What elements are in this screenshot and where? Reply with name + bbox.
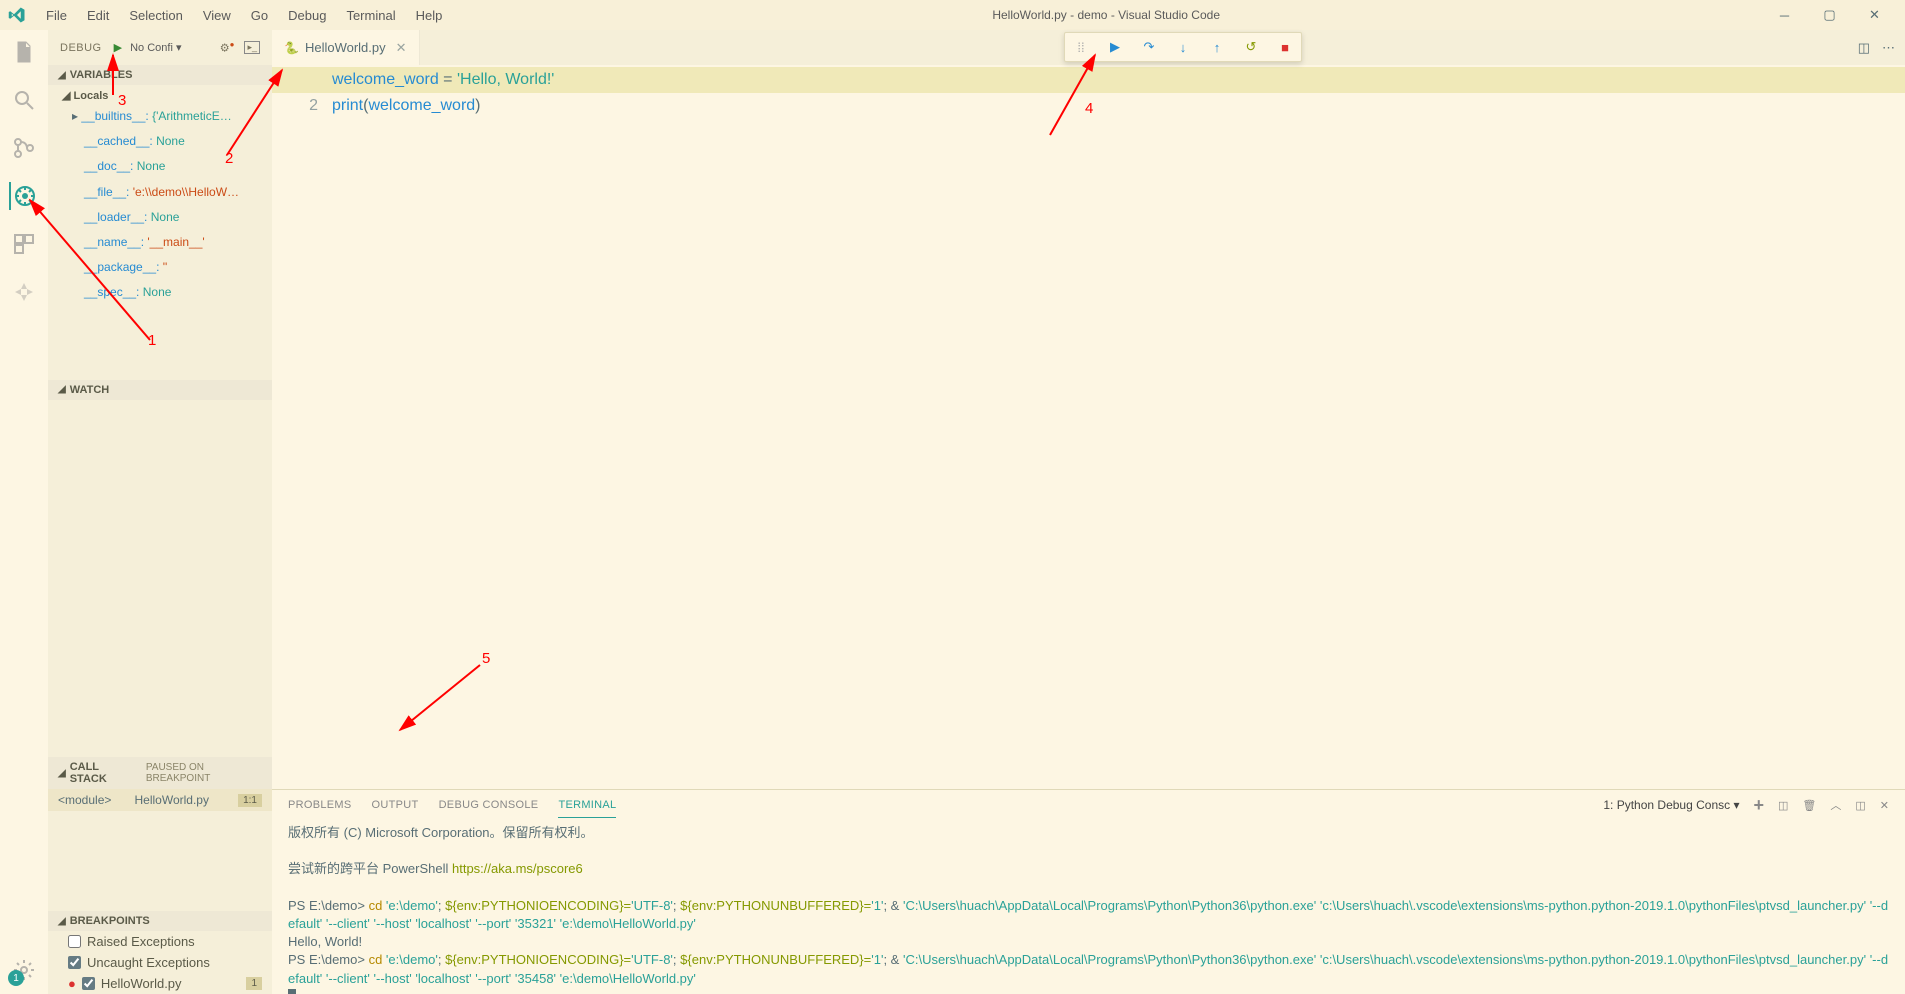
more-actions-icon[interactable]: ⋯	[1882, 40, 1895, 56]
var-file[interactable]: __file__: 'e:\\demo\\HelloW…	[48, 180, 272, 205]
editor-area: 🐍 HelloWorld.py ✕ ◫ ⋯ 1 2 welcome_word =…	[272, 30, 1905, 994]
drag-handle-icon[interactable]: ⁞⁞	[1071, 37, 1091, 57]
close-panel-button[interactable]: ✕	[1880, 799, 1889, 812]
split-terminal-button[interactable]: ◫	[1778, 799, 1788, 812]
menu-terminal[interactable]: Terminal	[338, 4, 403, 27]
breakpoints-section-header[interactable]: ◢ BREAKPOINTS	[48, 911, 272, 931]
kill-terminal-button[interactable]: 🗑	[1802, 799, 1816, 812]
var-loader[interactable]: __loader__: None	[48, 205, 272, 230]
callstack-frame[interactable]: <module> HelloWorld.py 1:1	[48, 789, 272, 811]
bp-raised-exceptions[interactable]: Raised Exceptions	[48, 931, 272, 952]
var-name[interactable]: __name__: '__main__'	[48, 230, 272, 255]
breakpoint-dot[interactable]	[276, 71, 288, 83]
restart-button[interactable]: ↺	[1241, 37, 1261, 57]
panel-tab-problems[interactable]: PROBLEMS	[288, 793, 352, 817]
locals-header[interactable]: ◢ Locals	[48, 87, 272, 104]
maximize-button[interactable]: ▢	[1807, 0, 1852, 30]
terminal-cursor	[288, 989, 296, 994]
stop-button[interactable]: ■	[1275, 37, 1295, 57]
scm-icon[interactable]	[10, 134, 38, 162]
explorer-icon[interactable]	[10, 38, 38, 66]
var-spec[interactable]: __spec__: None	[48, 280, 272, 305]
extensions-icon[interactable]	[10, 230, 38, 258]
debug-settings-icon[interactable]: ⚙●	[220, 40, 235, 55]
callstack-section-header[interactable]: ◢ CALL STACKPAUSED ON BREAKPOINT	[48, 757, 272, 789]
panel-tab-output[interactable]: OUTPUT	[372, 793, 419, 817]
debug-header: DEBUG ▶ No Confi ▾ ⚙● ▸_	[48, 30, 272, 65]
step-out-button[interactable]: ↑	[1207, 37, 1227, 57]
vscode-logo-icon	[8, 6, 26, 24]
code-line-1[interactable]: welcome_word = 'Hello, World!'	[332, 67, 1905, 93]
close-window-button[interactable]: ✕	[1852, 0, 1897, 30]
var-builtins[interactable]: ▸ __builtins__: {'ArithmeticE…	[48, 104, 272, 129]
menu-debug[interactable]: Debug	[280, 4, 334, 27]
menu-go[interactable]: Go	[243, 4, 276, 27]
watch-section-header[interactable]: ◢ WATCH	[48, 380, 272, 400]
python-file-icon: 🐍	[284, 41, 299, 55]
split-editor-icon[interactable]: ◫	[1858, 40, 1870, 56]
breakpoint-gutter[interactable]	[272, 65, 292, 789]
variables-section-header[interactable]: ◢ VARIABLES	[48, 65, 272, 85]
terminal-up-button[interactable]: ︿	[1830, 797, 1841, 813]
code-line-2[interactable]: print(welcome_word)	[332, 93, 1905, 119]
panel-tab-terminal[interactable]: TERMINAL	[558, 793, 616, 818]
debug-config-select[interactable]: No Confi ▾	[130, 41, 181, 54]
tab-label: HelloWorld.py	[305, 40, 386, 55]
panel-tabs: PROBLEMS OUTPUT DEBUG CONSOLE TERMINAL 1…	[272, 790, 1905, 820]
debug-toolbar[interactable]: ⁞⁞ ▶ ↷ ↓ ↑ ↺ ■	[1064, 32, 1302, 62]
terminal-select[interactable]: 1: Python Debug Consc ▾	[1603, 798, 1739, 812]
var-doc[interactable]: __doc__: None	[48, 154, 272, 179]
debug-title: DEBUG	[60, 42, 102, 54]
title-bar: File Edit Selection View Go Debug Termin…	[0, 0, 1905, 30]
bp-uncaught-exceptions[interactable]: Uncaught Exceptions	[48, 952, 272, 973]
var-cached[interactable]: __cached__: None	[48, 129, 272, 154]
menu-selection[interactable]: Selection	[121, 4, 190, 27]
misc-icon[interactable]	[10, 278, 38, 306]
debug-sidebar: DEBUG ▶ No Confi ▾ ⚙● ▸_ ◢ VARIABLES ◢ L…	[48, 30, 272, 994]
minimize-button[interactable]: ─	[1762, 0, 1807, 30]
debug-console-icon[interactable]: ▸_	[244, 41, 260, 54]
line-number-gutter: 1 2	[292, 65, 332, 789]
menu-help[interactable]: Help	[408, 4, 451, 27]
new-terminal-button[interactable]: +	[1753, 795, 1764, 816]
tab-helloworld[interactable]: 🐍 HelloWorld.py ✕	[272, 30, 420, 65]
bottom-panel: PROBLEMS OUTPUT DEBUG CONSOLE TERMINAL 1…	[272, 789, 1905, 994]
maximize-panel-button[interactable]: ◫	[1855, 799, 1865, 812]
code-content[interactable]: welcome_word = 'Hello, World!' print(wel…	[332, 65, 1905, 789]
panel-tab-debug-console[interactable]: DEBUG CONSOLE	[439, 793, 539, 817]
activity-bar: 1	[0, 30, 48, 994]
step-over-button[interactable]: ↷	[1139, 37, 1159, 57]
menu-view[interactable]: View	[195, 4, 239, 27]
editor-body[interactable]: 1 2 welcome_word = 'Hello, World!' print…	[272, 65, 1905, 789]
var-package[interactable]: __package__: ''	[48, 255, 272, 280]
terminal-body[interactable]: 版权所有 (C) Microsoft Corporation。保留所有权利。 尝…	[272, 820, 1905, 994]
search-icon[interactable]	[10, 86, 38, 114]
settings-badge: 1	[8, 970, 24, 986]
bp-uncaught-checkbox[interactable]	[68, 956, 81, 969]
bp-raised-checkbox[interactable]	[68, 935, 81, 948]
start-debug-button[interactable]: ▶	[114, 41, 122, 54]
tab-close-button[interactable]: ✕	[396, 40, 407, 56]
window-title: HelloWorld.py - demo - Visual Studio Cod…	[450, 8, 1762, 22]
bp-file-checkbox[interactable]	[82, 977, 95, 990]
menu-bar: File Edit Selection View Go Debug Termin…	[38, 4, 450, 27]
bp-file[interactable]: ● HelloWorld.py1	[48, 973, 272, 994]
menu-edit[interactable]: Edit	[79, 4, 117, 27]
window-controls: ─ ▢ ✕	[1762, 0, 1897, 30]
debug-activity-icon[interactable]	[9, 182, 37, 210]
continue-button[interactable]: ▶	[1105, 37, 1125, 57]
menu-file[interactable]: File	[38, 4, 75, 27]
step-into-button[interactable]: ↓	[1173, 37, 1193, 57]
